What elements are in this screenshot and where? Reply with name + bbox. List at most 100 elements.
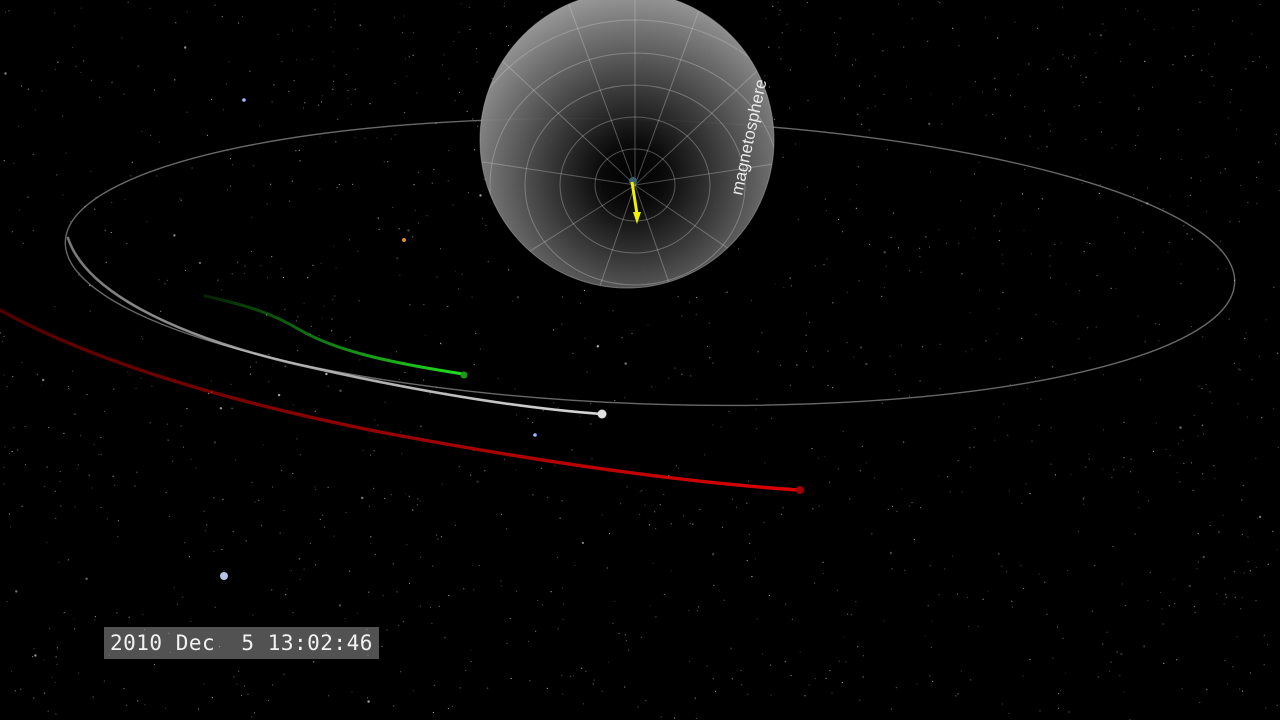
star xyxy=(1030,253,1032,255)
star xyxy=(1124,8,1127,10)
star xyxy=(141,335,143,337)
star xyxy=(1002,292,1004,294)
star xyxy=(1081,182,1083,184)
star xyxy=(781,32,783,34)
star xyxy=(614,400,616,402)
star xyxy=(179,197,181,199)
star xyxy=(348,239,350,241)
star xyxy=(345,339,347,342)
star xyxy=(314,410,316,412)
star xyxy=(1087,327,1089,329)
star xyxy=(473,364,475,366)
star xyxy=(57,61,59,63)
star xyxy=(90,79,92,81)
star xyxy=(994,88,997,90)
star xyxy=(299,578,301,581)
star xyxy=(829,481,831,483)
star xyxy=(957,693,959,695)
star xyxy=(231,407,233,409)
star xyxy=(722,526,724,528)
star xyxy=(746,502,748,504)
star xyxy=(624,686,626,688)
star xyxy=(998,416,1000,418)
star xyxy=(153,89,156,91)
star xyxy=(998,308,1000,310)
star xyxy=(378,228,380,230)
star xyxy=(1096,275,1098,277)
star xyxy=(1190,462,1192,464)
star xyxy=(412,54,414,57)
star xyxy=(93,443,95,445)
star xyxy=(846,342,848,344)
star xyxy=(100,437,102,439)
star xyxy=(761,653,764,655)
star xyxy=(506,528,508,530)
star xyxy=(466,110,468,112)
star xyxy=(537,599,539,602)
star xyxy=(211,697,213,699)
star xyxy=(1241,533,1243,536)
star xyxy=(1065,283,1067,285)
star xyxy=(222,109,224,111)
star xyxy=(814,582,816,584)
star xyxy=(968,626,970,628)
star xyxy=(1183,225,1185,227)
green-spacecraft xyxy=(460,371,468,379)
star xyxy=(398,624,400,627)
star xyxy=(433,169,435,171)
star xyxy=(1192,26,1194,28)
star xyxy=(268,381,270,383)
star xyxy=(891,568,893,570)
star xyxy=(1038,573,1040,575)
star xyxy=(1078,105,1080,107)
star xyxy=(1275,133,1277,135)
star xyxy=(1274,143,1277,145)
star xyxy=(1052,366,1054,368)
star xyxy=(1174,603,1176,605)
star xyxy=(938,229,940,231)
star xyxy=(290,570,292,572)
star xyxy=(359,24,361,26)
star xyxy=(398,378,400,381)
star xyxy=(1237,403,1239,405)
star xyxy=(585,670,587,672)
star xyxy=(268,353,270,355)
star xyxy=(557,407,559,409)
star xyxy=(377,217,379,219)
star xyxy=(334,19,336,21)
star xyxy=(232,530,234,532)
star xyxy=(1129,43,1131,46)
star xyxy=(957,460,959,462)
star xyxy=(1229,221,1231,223)
star xyxy=(117,536,119,538)
star xyxy=(404,372,406,374)
star xyxy=(698,606,700,608)
star xyxy=(1003,403,1005,405)
star xyxy=(1196,568,1198,570)
star xyxy=(1224,659,1226,662)
star xyxy=(677,295,679,298)
star xyxy=(69,220,71,222)
star xyxy=(824,198,826,200)
star xyxy=(175,22,177,24)
star xyxy=(1119,60,1121,63)
star xyxy=(1095,326,1097,328)
star xyxy=(423,304,425,306)
star xyxy=(720,426,722,428)
star xyxy=(106,518,108,520)
star xyxy=(417,222,419,224)
star xyxy=(612,622,614,625)
star xyxy=(362,449,364,451)
star xyxy=(985,340,987,342)
star xyxy=(361,496,364,500)
star xyxy=(233,676,235,678)
star xyxy=(48,426,50,429)
star xyxy=(1085,139,1087,141)
star xyxy=(173,234,176,237)
star xyxy=(1148,500,1150,502)
star xyxy=(1240,184,1242,186)
star xyxy=(881,295,883,297)
star xyxy=(74,413,76,415)
star xyxy=(834,55,837,57)
star xyxy=(789,277,791,279)
